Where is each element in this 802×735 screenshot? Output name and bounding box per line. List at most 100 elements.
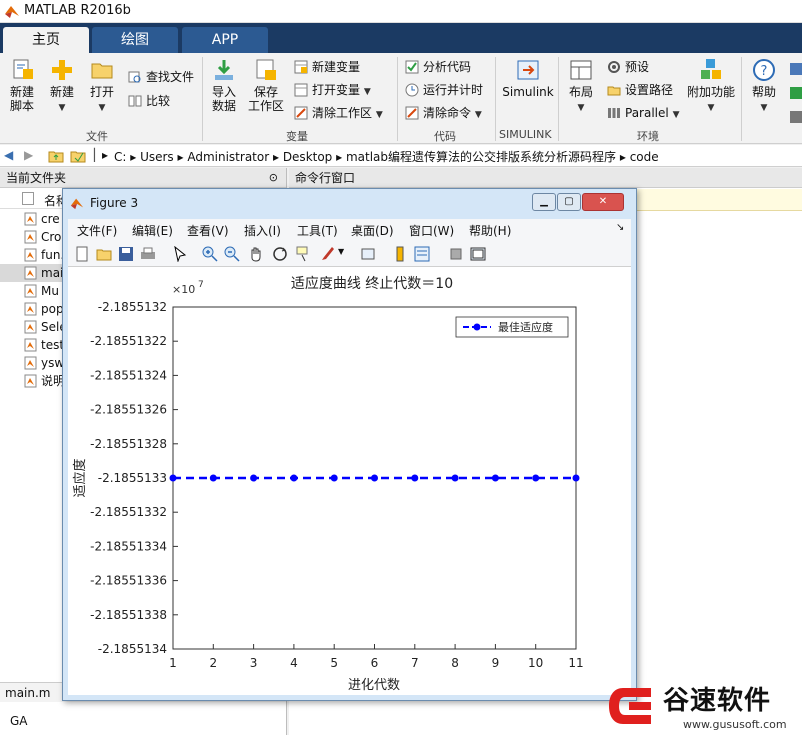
breadcrumb-desktop[interactable]: Desktop — [283, 150, 333, 164]
layout-button[interactable]: 布局 ▼ — [562, 57, 600, 115]
y-tick-label: -2.18551324 — [90, 368, 167, 382]
file-name: Mu — [41, 284, 59, 298]
menu-edit[interactable]: 编辑(E) — [132, 222, 173, 239]
app-title: MATLAB R2016b — [24, 3, 131, 18]
tab-plots[interactable]: 绘图 — [92, 27, 178, 53]
new-script-icon — [13, 59, 33, 79]
import-arrow-icon — [215, 60, 233, 80]
addons-button[interactable]: 附加功能 ▼ — [686, 57, 736, 115]
run-and-time-button[interactable]: 运行并计时 — [405, 82, 483, 98]
new-button[interactable]: 新建 ▼ — [44, 57, 80, 115]
zoom-out-icon[interactable] — [224, 246, 240, 262]
matlab-file-icon — [24, 374, 37, 388]
menu-dock-icon[interactable]: ↘ — [616, 222, 624, 233]
tab-home[interactable]: 主页 — [3, 27, 89, 53]
print-icon[interactable] — [140, 246, 156, 262]
run-and-time-label: 运行并计时 — [423, 83, 484, 97]
open-variable-button[interactable]: 打开变量 ▼ — [294, 82, 371, 100]
set-path-button[interactable]: 设置路径 — [607, 82, 673, 98]
forward-arrow-icon[interactable]: ▶ — [24, 148, 33, 162]
y-tick-label: -2.1855133 — [98, 471, 167, 485]
pan-icon[interactable] — [248, 246, 264, 262]
analyze-code-button[interactable]: 分析代码 — [405, 59, 471, 75]
close-button[interactable]: ✕ — [582, 193, 624, 211]
breadcrumb-project-folder[interactable]: matlab编程遗传算法的公交排版系统分析源码程序 — [346, 150, 616, 164]
watermark-url: www.gususoft.com — [683, 718, 787, 731]
new-script-button[interactable]: 新建 脚本 — [4, 57, 40, 113]
menu-file[interactable]: 文件(F) — [77, 222, 117, 239]
browse-folder-icon[interactable] — [70, 149, 86, 163]
new-figure-icon[interactable] — [74, 246, 90, 262]
matlab-file-icon — [24, 284, 37, 298]
zoom-in-icon[interactable] — [202, 246, 218, 262]
data-cursor-icon[interactable] — [296, 246, 312, 262]
save-workspace-button[interactable]: 保存 工作区 — [246, 57, 286, 113]
up-folder-icon[interactable] — [48, 149, 64, 163]
brush-icon[interactable] — [320, 246, 336, 262]
new-variable-button[interactable]: 新建变量 — [294, 59, 360, 75]
colorbar-icon[interactable] — [392, 246, 408, 262]
file-name: cre — [41, 212, 60, 226]
legend-icon[interactable] — [414, 246, 430, 262]
import-data-label: 导入 数据 — [211, 85, 236, 113]
parallel-button[interactable]: Parallel ▼ — [607, 105, 679, 123]
show-plot-tools-icon[interactable] — [470, 246, 486, 262]
breadcrumb-administrator[interactable]: Administrator — [187, 150, 269, 164]
compare-button[interactable]: 比较 — [128, 93, 170, 109]
tab-apps[interactable]: APP — [182, 27, 268, 53]
rotate-icon[interactable] — [272, 246, 288, 262]
legend[interactable]: 最佳适应度 — [455, 316, 569, 338]
menu-view[interactable]: 查看(V) — [187, 222, 229, 239]
find-files-button[interactable]: 查找文件 — [128, 69, 194, 85]
current-folder-header: 当前文件夹 ⊙ — [0, 168, 286, 188]
fitness-line-chart[interactable]: 适应度曲线 终止代数＝10 ×10 7 -2.1855132-2.1855132… — [68, 267, 631, 695]
clear-commands-button[interactable]: 清除命令 ▼ — [405, 105, 482, 123]
address-path[interactable]: C: ▸ Users ▸ Administrator ▸ Desktop ▸ m… — [114, 148, 659, 165]
menu-desktop[interactable]: 桌面(D) — [351, 222, 394, 239]
new-script-label: 新建 脚本 — [9, 85, 34, 113]
menu-tools[interactable]: 工具(T) — [297, 222, 338, 239]
figure-title-bar[interactable]: Figure 3 ▁ ▢ ✕ — [63, 189, 636, 217]
menu-insert[interactable]: 插入(I) — [244, 222, 281, 239]
save-icon[interactable] — [118, 246, 134, 262]
breadcrumb-users[interactable]: Users — [140, 150, 174, 164]
breadcrumb-drive[interactable]: C: — [114, 150, 126, 164]
simulink-button[interactable]: Simulink — [500, 57, 556, 99]
pointer-icon[interactable] — [172, 246, 188, 262]
x-axis-label: 进化代数 — [348, 678, 400, 693]
breadcrumb-code[interactable]: code — [630, 150, 659, 164]
group-divider — [202, 57, 203, 141]
help-question-icon: ? — [753, 59, 775, 81]
parallel-icon — [608, 108, 620, 118]
figure-window: Figure 3 ▁ ▢ ✕ 文件(F) 编辑(E) 查看(V) 插入(I) 工… — [62, 188, 637, 701]
figure-menu-bar: 文件(F) 编辑(E) 查看(V) 插入(I) 工具(T) 桌面(D) 窗口(W… — [68, 219, 631, 241]
community-icons[interactable] — [788, 61, 802, 131]
clear-workspace-icon — [294, 106, 308, 120]
menu-help[interactable]: 帮助(H) — [469, 222, 511, 239]
matlab-logo-icon — [5, 6, 19, 18]
plot-area[interactable]: 适应度曲线 终止代数＝10 ×10 7 -2.1855132 -2.1855132… — [68, 267, 631, 695]
details-filename[interactable]: main.m — [5, 686, 51, 700]
preferences-button[interactable]: 预设 — [607, 59, 649, 75]
chevron-down-icon: ▼ — [58, 103, 66, 113]
y-tick-label: -2.1855132 — [98, 300, 167, 314]
link-icon[interactable] — [360, 246, 376, 262]
maximize-button[interactable]: ▢ — [557, 193, 581, 211]
panel-menu-icon[interactable]: ⊙ — [269, 168, 278, 188]
hide-plot-tools-icon[interactable] — [448, 246, 464, 262]
find-files-icon — [128, 71, 141, 83]
data-point — [169, 474, 177, 482]
exponent-label: ×10 7 — [172, 280, 204, 296]
matlab-file-icon — [24, 266, 37, 280]
y-tick-label: -2.1855134 — [98, 642, 167, 656]
open-button[interactable]: 打开 ▼ — [84, 57, 120, 115]
brush-dropdown-icon[interactable]: ▼ — [338, 247, 344, 256]
import-data-button[interactable]: 导入 数据 — [206, 57, 242, 113]
open-icon[interactable] — [96, 246, 112, 262]
back-arrow-icon[interactable]: ◀ — [4, 148, 13, 162]
y-axis-label: 适应度 — [72, 458, 88, 497]
help-button[interactable]: ? 帮助 ▼ — [746, 57, 782, 115]
minimize-button[interactable]: ▁ — [532, 193, 556, 211]
clear-workspace-button[interactable]: 清除工作区 ▼ — [294, 105, 383, 123]
menu-window[interactable]: 窗口(W) — [409, 222, 454, 239]
